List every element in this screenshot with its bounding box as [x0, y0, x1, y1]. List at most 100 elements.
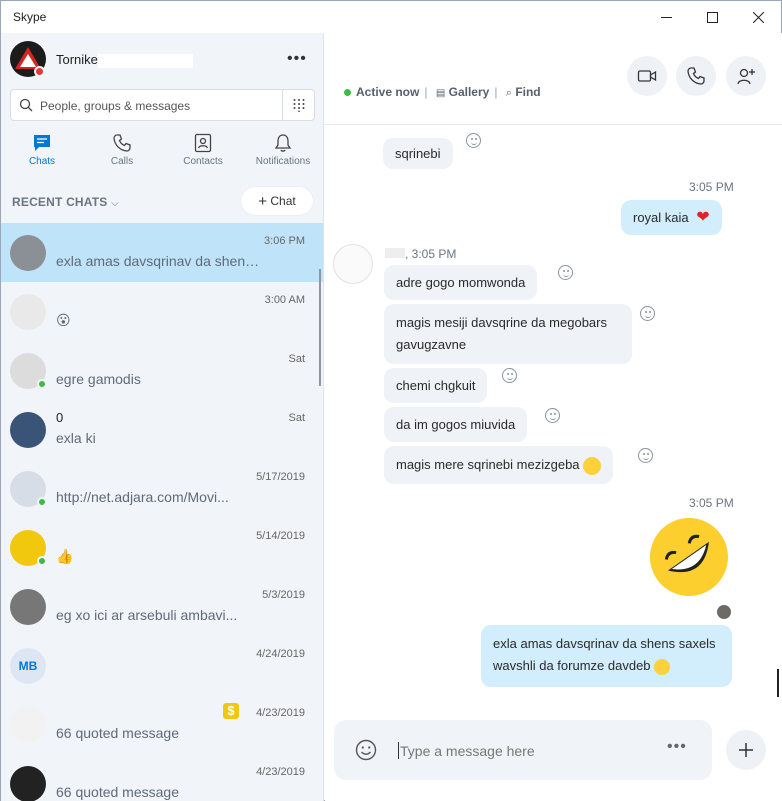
tab-notifications[interactable]: Notifications: [243, 133, 323, 167]
search-input[interactable]: People, groups & messages: [40, 99, 190, 113]
add-people-button[interactable]: [726, 56, 766, 96]
message-text: magis mere sqrinebi mezizgeba: [396, 457, 580, 472]
rofl-emoji-icon[interactable]: [650, 518, 728, 596]
title-bar: Skype: [1, 1, 781, 33]
tab-calls[interactable]: Calls: [82, 133, 162, 167]
gallery-label: Gallery: [448, 85, 490, 99]
incoming-message[interactable]: magis mesiji davsqrine da megobars gavug…: [384, 304, 632, 364]
add-reaction-icon[interactable]: [502, 368, 517, 383]
attach-plus-button[interactable]: [726, 730, 766, 770]
conversation-pane: Active now | ▤ Gallery | ⌕ Find sqrinebi 3…: [325, 33, 782, 801]
gallery-icon: ▤: [435, 88, 446, 99]
chat-name: 0: [56, 410, 64, 425]
chat-list-item[interactable]: 4/23/2019 66 quoted message: [1, 754, 323, 801]
audio-call-button[interactable]: [676, 56, 716, 96]
avatar: [10, 235, 46, 271]
online-status-icon: [344, 89, 351, 96]
avatar: [10, 412, 46, 448]
minimize-button[interactable]: [643, 1, 689, 33]
message-text: exla amas davsqrinav da shens saxels wav…: [493, 636, 716, 673]
chat-list-item[interactable]: Sat egre gamodis: [1, 341, 323, 400]
emoji-picker-icon[interactable]: [355, 739, 377, 761]
online-status-icon: [37, 379, 47, 389]
new-chat-button[interactable]: + Chat: [241, 187, 313, 215]
chat-time: Sat: [288, 353, 305, 365]
chat-name: [56, 705, 206, 720]
nav-tabs: Chats Calls Contacts Notifications: [1, 133, 323, 173]
chat-time: 5/3/2019: [262, 589, 305, 601]
add-reaction-icon[interactable]: [558, 265, 573, 280]
gallery-link[interactable]: ▤ Gallery: [436, 85, 490, 99]
chat-time: 5/14/2019: [256, 530, 305, 542]
close-button[interactable]: [735, 1, 781, 33]
chat-time: Sat: [288, 412, 305, 424]
add-reaction-icon[interactable]: [466, 133, 481, 148]
tab-contacts[interactable]: Contacts: [163, 133, 243, 167]
chat-list-item[interactable]: 0 Sat exla ki: [1, 400, 323, 459]
online-status-icon: [37, 556, 47, 566]
profile-name[interactable]: Tornike: [56, 52, 193, 68]
phone-icon: [113, 134, 131, 152]
add-reaction-icon[interactable]: [545, 408, 560, 423]
minimize-icon: [660, 16, 672, 18]
find-label: Find: [515, 85, 541, 99]
active-now-status: Active now: [356, 85, 420, 99]
heart-icon: ❤: [696, 209, 710, 226]
chat-list-item[interactable]: MB 4/24/2019: [1, 636, 323, 695]
plus-icon: +: [258, 193, 268, 210]
message-sender-time: , 3:05 PM: [385, 247, 456, 261]
chat-time: 3:06 PM: [264, 235, 305, 247]
tab-notifications-label: Notifications: [255, 156, 311, 167]
chat-last-message: 66 quoted message: [56, 725, 179, 741]
recent-chats-dropdown[interactable]: RECENT CHATS ⌵: [12, 195, 119, 209]
outgoing-message[interactable]: exla amas davsqrinav da shens saxels wav…: [481, 625, 732, 687]
find-link[interactable]: ⌕ Find: [506, 85, 541, 99]
chat-time: 5/17/2019: [256, 471, 305, 483]
chat-list-item[interactable]: 5/17/2019 http://net.adjara.com/Movi...: [1, 459, 323, 518]
tab-contacts-label: Contacts: [183, 156, 223, 167]
chat-name: [56, 351, 206, 366]
video-call-button[interactable]: [627, 56, 667, 96]
profile-name-text: Tornike: [56, 52, 98, 67]
message-composer: Type a message here •••: [334, 720, 712, 780]
chat-list-scrollbar[interactable]: [319, 269, 321, 386]
conversation-title[interactable]: [344, 55, 384, 74]
online-status-icon: [37, 497, 47, 507]
dialpad-icon[interactable]: [292, 98, 306, 112]
chat-list-item[interactable]: 3:06 PM exla amas davsqrinav da shens sa…: [1, 223, 323, 282]
incoming-message[interactable]: da im gogos miuvida: [384, 407, 528, 442]
chat-list-item[interactable]: 5/3/2019 eg xo ici ar arsebuli ambavi...: [1, 577, 323, 636]
phone-icon: [687, 67, 705, 85]
add-reaction-icon[interactable]: [638, 448, 653, 463]
conversation-scrollbar[interactable]: [777, 669, 779, 697]
message-input[interactable]: Type a message here: [400, 743, 535, 759]
laughing-emoji-icon: [583, 456, 602, 475]
chat-list-item[interactable]: 5/14/2019 👍: [1, 518, 323, 577]
more-options-icon[interactable]: •••: [287, 50, 307, 68]
avatar: [10, 589, 46, 625]
search-box[interactable]: People, groups & messages: [10, 89, 315, 121]
recent-chats-label: RECENT CHATS: [12, 195, 108, 209]
new-chat-label: Chat: [270, 194, 296, 208]
chat-last-message: egre gamodis: [56, 371, 141, 387]
window-title: Skype: [13, 10, 47, 24]
chat-name: [56, 587, 206, 602]
sidebar: Tornike ••• People, groups & messages Ch…: [1, 33, 324, 801]
message-timestamp: 3:05 PM: [689, 180, 734, 194]
incoming-message[interactable]: adre gogo momwonda: [384, 265, 538, 300]
more-options-icon[interactable]: •••: [667, 738, 687, 756]
incoming-message[interactable]: chemi chgkuit: [384, 368, 488, 403]
laughing-emoji-icon: [654, 658, 671, 675]
conversation-status-bar: Active now | ▤ Gallery | ⌕ Find: [344, 85, 541, 100]
chat-last-message: 👍: [56, 548, 74, 564]
add-reaction-icon[interactable]: [640, 306, 655, 321]
tab-chats[interactable]: Chats: [2, 133, 82, 167]
outgoing-message[interactable]: royal kaia ❤: [621, 200, 722, 235]
incoming-message[interactable]: magis mere sqrinebi mezizgeba: [384, 446, 614, 484]
incoming-message[interactable]: sqrinebi: [383, 138, 453, 169]
avatar-initials: MB: [18, 659, 38, 673]
chat-list-item[interactable]: $ 4/23/2019 66 quoted message: [1, 695, 323, 754]
maximize-button[interactable]: [689, 1, 735, 33]
chat-list-item[interactable]: 3:00 AM 😮: [1, 282, 323, 341]
chat-name: [56, 469, 206, 484]
